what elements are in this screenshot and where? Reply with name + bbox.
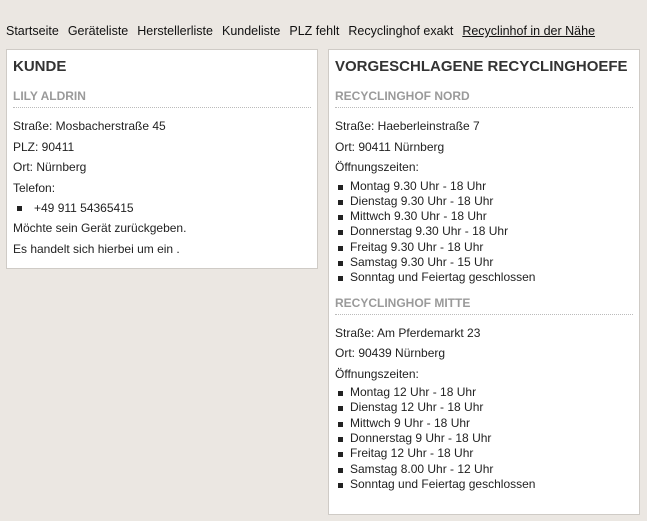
oeffnungszeit-item: Dienstag 9.30 Uhr - 18 Uhr (335, 194, 633, 209)
recyclinghof-ort: Ort: 90411 Nürnberg (335, 139, 445, 154)
kunde-title: KUNDE (13, 58, 67, 75)
kunde-note: Es handelt sich hierbei um ein . (13, 241, 180, 256)
oeffnungszeit-item: Mittwch 9 Uhr - 18 Uhr (335, 416, 633, 431)
nav-geraeteliste[interactable]: Geräteliste (68, 24, 128, 38)
nav-kundeliste[interactable]: Kundeliste (222, 24, 280, 38)
recycling-panel: VORGESCHLAGENE RECYCLINGHOEFE RECYCLINGH… (328, 49, 640, 515)
oeffnungszeiten-label: Öffnungszeiten: (335, 160, 419, 174)
oeffnungszeit-item: Sonntag und Feiertag geschlossen (335, 477, 633, 492)
oeffnungszeiten-list: Montag 12 Uhr - 18 Uhr Dienstag 12 Uhr - … (335, 385, 633, 492)
nav-plz-fehlt[interactable]: PLZ fehlt (289, 24, 339, 38)
nav-startseite[interactable]: Startseite (6, 24, 59, 38)
recyclinghof-strasse: Straße: Haeberleinstraße 7 (335, 119, 480, 133)
oeffnungszeit-item: Sonntag und Feiertag geschlossen (335, 270, 633, 285)
recyclinghof-ort: Ort: 90439 Nürnberg (335, 346, 446, 361)
oeffnungszeit-item: Mittwch 9.30 Uhr - 18 Uhr (335, 209, 633, 224)
recyclinghof: RECYCLINGHOF MITTE Straße: Am Pferdemark… (335, 295, 633, 493)
nav-recyclinghof-naehe[interactable]: Recyclinhof in der Nähe (462, 24, 595, 38)
oeffnungszeit-item: Donnerstag 9.30 Uhr - 18 Uhr (335, 224, 633, 239)
oeffnungszeiten-list: Montag 9.30 Uhr - 18 Uhr Dienstag 9.30 Uh… (335, 179, 633, 286)
kunde-panel: KUNDE LILY ALDRIN Straße: Mosbacherstraß… (6, 49, 318, 269)
nav-herstellerliste[interactable]: Herstellerliste (137, 24, 213, 38)
recyclinghof: RECYCLINGHOF NORD Straße: Haeberleinstra… (335, 88, 633, 286)
kunde-ort: Ort: Nürnberg (13, 160, 87, 174)
kunde-telefon: +49 911 54365415 (13, 198, 311, 218)
recycling-title: VORGESCHLAGENE RECYCLINGHOEFE (335, 58, 628, 75)
recyclinghof-strasse: Straße: Am Pferdemarkt 23 (335, 325, 481, 340)
oeffnungszeit-item: Samstag 9.30 Uhr - 15 Uhr (335, 255, 633, 270)
oeffnungszeit-item: Samstag 8.00 Uhr - 12 Uhr (335, 462, 633, 477)
oeffnungszeiten-label: Öffnungszeiten: (335, 366, 419, 381)
kunde-plz: PLZ: 90411 (13, 139, 75, 154)
kunde-strasse: Straße: Mosbacherstraße 45 (13, 119, 166, 133)
kunde-name: LILY ALDRIN (13, 88, 311, 108)
oeffnungszeit-item: Donnerstag 9 Uhr - 18 Uhr (335, 431, 633, 446)
oeffnungszeit-item: Montag 12 Uhr - 18 Uhr (335, 385, 633, 400)
oeffnungszeit-item: Montag 9.30 Uhr - 18 Uhr (335, 179, 633, 194)
recyclinghof-name: RECYCLINGHOF NORD (335, 88, 633, 108)
oeffnungszeit-item: Dienstag 12 Uhr - 18 Uhr (335, 400, 633, 415)
nav-recyclinghof-exakt[interactable]: Recyclinghof exakt (348, 24, 453, 38)
kunde-telefon-label: Telefon: (13, 180, 56, 195)
oeffnungszeit-item: Freitag 12 Uhr - 18 Uhr (335, 446, 633, 461)
main-nav: Startseite Geräteliste Herstellerliste Kund… (6, 24, 604, 38)
recyclinghof-name: RECYCLINGHOF MITTE (335, 295, 633, 315)
oeffnungszeit-item: Freitag 9.30 Uhr - 18 Uhr (335, 240, 633, 255)
kunde-note: Möchte sein Gerät zurückgeben. (13, 221, 187, 235)
